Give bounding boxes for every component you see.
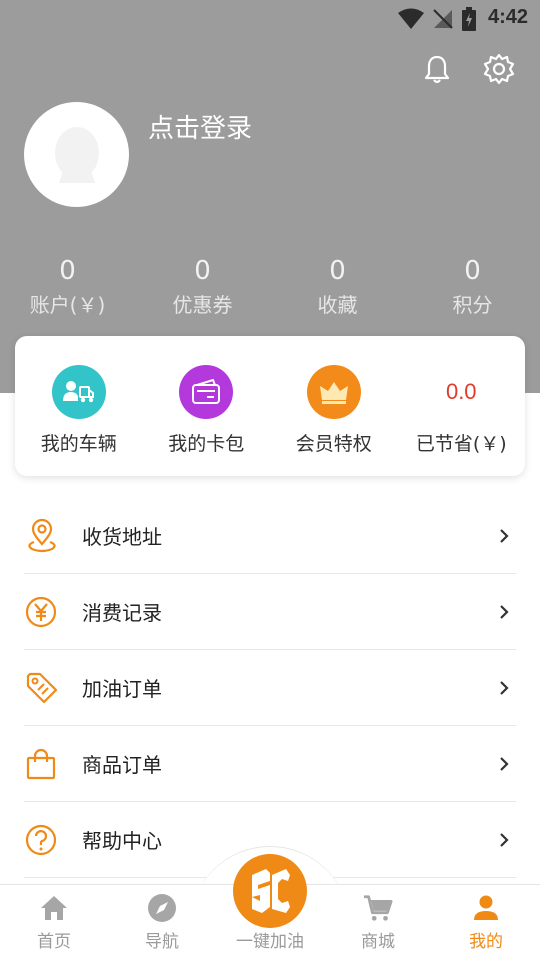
tab-mine[interactable]: 我的	[432, 885, 540, 960]
tab-navigation[interactable]: 导航	[108, 885, 216, 960]
my-wallet-button[interactable]: 我的卡包	[143, 336, 271, 476]
car-icon	[51, 365, 106, 419]
stat-account[interactable]: 0 账户(￥)	[0, 254, 135, 322]
my-vehicles-button[interactable]: 我的车辆	[15, 336, 143, 476]
wallet-icon	[179, 365, 234, 419]
settings-gear-icon[interactable]	[482, 52, 516, 86]
tag-icon	[24, 668, 74, 708]
chevron-right-icon	[492, 524, 516, 548]
chevron-right-icon	[492, 676, 516, 700]
shopping-bag-icon	[24, 744, 74, 784]
stat-coupons[interactable]: 0 优惠券	[135, 254, 270, 322]
notification-bell-icon[interactable]	[420, 52, 454, 86]
profile-header: 4:42 点击登录 0 账户(￥) 0 优惠券 0 收藏 0 积分	[0, 0, 540, 393]
location-icon	[24, 516, 74, 556]
saved-amount-value: 0.0	[445, 379, 477, 404]
crown-icon	[306, 365, 361, 419]
no-signal-icon	[432, 8, 454, 34]
wifi-icon	[398, 8, 424, 34]
tab-mall[interactable]: 商城	[324, 885, 432, 960]
fuel-logo-icon	[252, 869, 290, 913]
menu-list: 收货地址 消费记录 加油订单 商品订单 帮助中心	[24, 498, 516, 878]
chevron-right-icon	[492, 600, 516, 624]
chevron-right-icon	[492, 828, 516, 852]
cart-icon	[363, 893, 393, 923]
status-time: 4:42	[487, 6, 528, 28]
menu-item-shipping-address[interactable]: 收货地址	[24, 498, 516, 574]
yuan-icon	[24, 592, 74, 632]
menu-item-spending-records[interactable]: 消费记录	[24, 574, 516, 650]
stat-favorites[interactable]: 0 收藏	[270, 254, 405, 322]
avatar[interactable]	[24, 102, 129, 207]
home-icon	[39, 893, 69, 923]
login-link[interactable]: 点击登录	[148, 108, 252, 145]
battery-icon	[462, 7, 476, 35]
tab-home[interactable]: 首页	[0, 885, 108, 960]
chevron-right-icon	[492, 752, 516, 776]
saved-amount[interactable]: 0.0 已节省(￥)	[398, 336, 526, 476]
user-icon	[471, 893, 501, 923]
compass-icon	[147, 893, 177, 923]
status-bar: 4:42	[0, 0, 540, 36]
quick-actions-card: 我的车辆 我的卡包 会员特权 0.0 已节省(￥)	[15, 336, 525, 476]
menu-item-product-orders[interactable]: 商品订单	[24, 726, 516, 802]
member-privileges-button[interactable]: 会员特权	[270, 336, 398, 476]
stat-points[interactable]: 0 积分	[405, 254, 540, 322]
help-icon	[24, 820, 74, 860]
default-avatar-icon	[54, 126, 99, 183]
menu-item-fuel-orders[interactable]: 加油订单	[24, 650, 516, 726]
one-click-fuel-button[interactable]	[233, 854, 307, 928]
stats-row: 0 账户(￥) 0 优惠券 0 收藏 0 积分	[0, 254, 540, 322]
